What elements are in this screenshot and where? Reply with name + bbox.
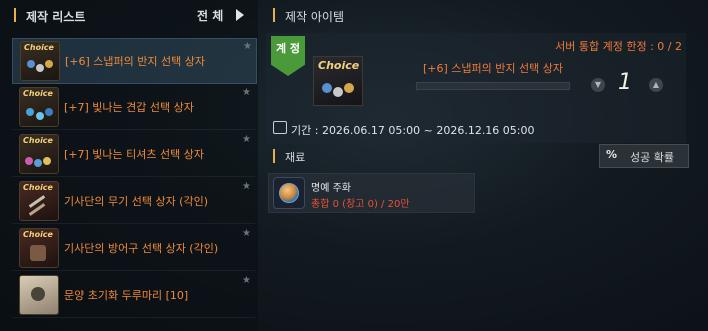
star-icon[interactable]: ★ [242,181,251,192]
list-item-label: [+6] 스냅퍼의 반지 선택 상자 [65,55,205,68]
choice-box-icon: Choice [19,87,59,127]
header-accent-bar [14,8,16,22]
list-item-label: 기사단의 무기 선택 상자 (각인) [64,195,209,208]
choice-box-icon: Choice [20,41,60,81]
material-slot[interactable]: 명예 주화 총합 0 (창고 0) / 20만 [268,173,475,213]
list-item-label: [+7] 빛나는 티셔츠 선택 상자 [64,148,204,161]
honor-coin-icon [273,177,305,209]
success-rate-button[interactable]: % 성공 확률 [599,144,689,168]
calendar-icon [273,121,287,134]
list-item-label: 기사단의 방어구 선택 상자 (각인) [64,242,219,255]
quantity-value: 1 [618,70,632,95]
craft-item-title: 제작 아이템 [285,10,345,24]
craft-list-title: 제작 리스트 [26,10,86,24]
list-item[interactable]: Choice [+6] 스냅퍼의 반지 선택 상자 ★ [12,38,257,84]
list-item[interactable]: Choice [+7] 빛나는 티셔츠 선택 상자 ★ [12,132,255,177]
list-item[interactable]: Choice 기사단의 무기 선택 상자 (각인) ★ [12,179,255,224]
list-item-label: [+7] 빛나는 견갑 선택 상자 [64,101,194,114]
chevron-down-icon: ▼ [594,80,602,89]
filter-all-button[interactable]: 전 체 [197,7,223,24]
choice-box-icon: Choice [313,56,363,106]
material-name: 명예 주화 [311,183,351,194]
progress-bar [416,82,570,90]
percent-icon: % [606,148,618,161]
star-icon[interactable]: ★ [242,275,251,286]
star-icon[interactable]: ★ [242,134,251,145]
selected-item-name: [+6] 스냅퍼의 반지 선택 상자 [423,62,563,75]
star-icon[interactable]: ★ [243,41,252,52]
star-icon[interactable]: ★ [242,87,251,98]
choice-box-icon: Choice [19,181,59,221]
choice-box-icon: Choice [19,134,59,174]
list-item-label: 문양 초기화 두루마리 [10] [64,289,189,302]
header-accent-bar [273,8,275,22]
choice-box-icon: Choice [19,228,59,268]
list-item[interactable]: Choice 기사단의 방어구 선택 상자 (각인) ★ [12,226,255,271]
material-count: 총합 0 (창고 0) / 20만 [311,199,410,210]
triangle-right-icon[interactable] [236,9,244,21]
decrease-quantity-button[interactable]: ▼ [591,78,605,92]
chevron-up-icon: ▲ [652,80,660,89]
star-icon[interactable]: ★ [242,228,251,239]
list-item[interactable]: Choice [+7] 빛나는 견갑 선택 상자 ★ [12,85,255,130]
server-limit-text: 서버 통합 계정 한정 : 0 / 2 [555,40,682,53]
list-item[interactable]: 문양 초기화 두루마리 [10] ★ [12,273,255,318]
header-accent-bar [273,149,275,163]
materials-title: 재료 [285,151,306,164]
success-rate-label: 성공 확률 [630,151,674,164]
increase-quantity-button[interactable]: ▲ [649,78,663,92]
scroll-icon [19,275,59,315]
period-text: 기간 : 2026.06.17 05:00 ~ 2026.12.16 05:00 [291,124,535,137]
